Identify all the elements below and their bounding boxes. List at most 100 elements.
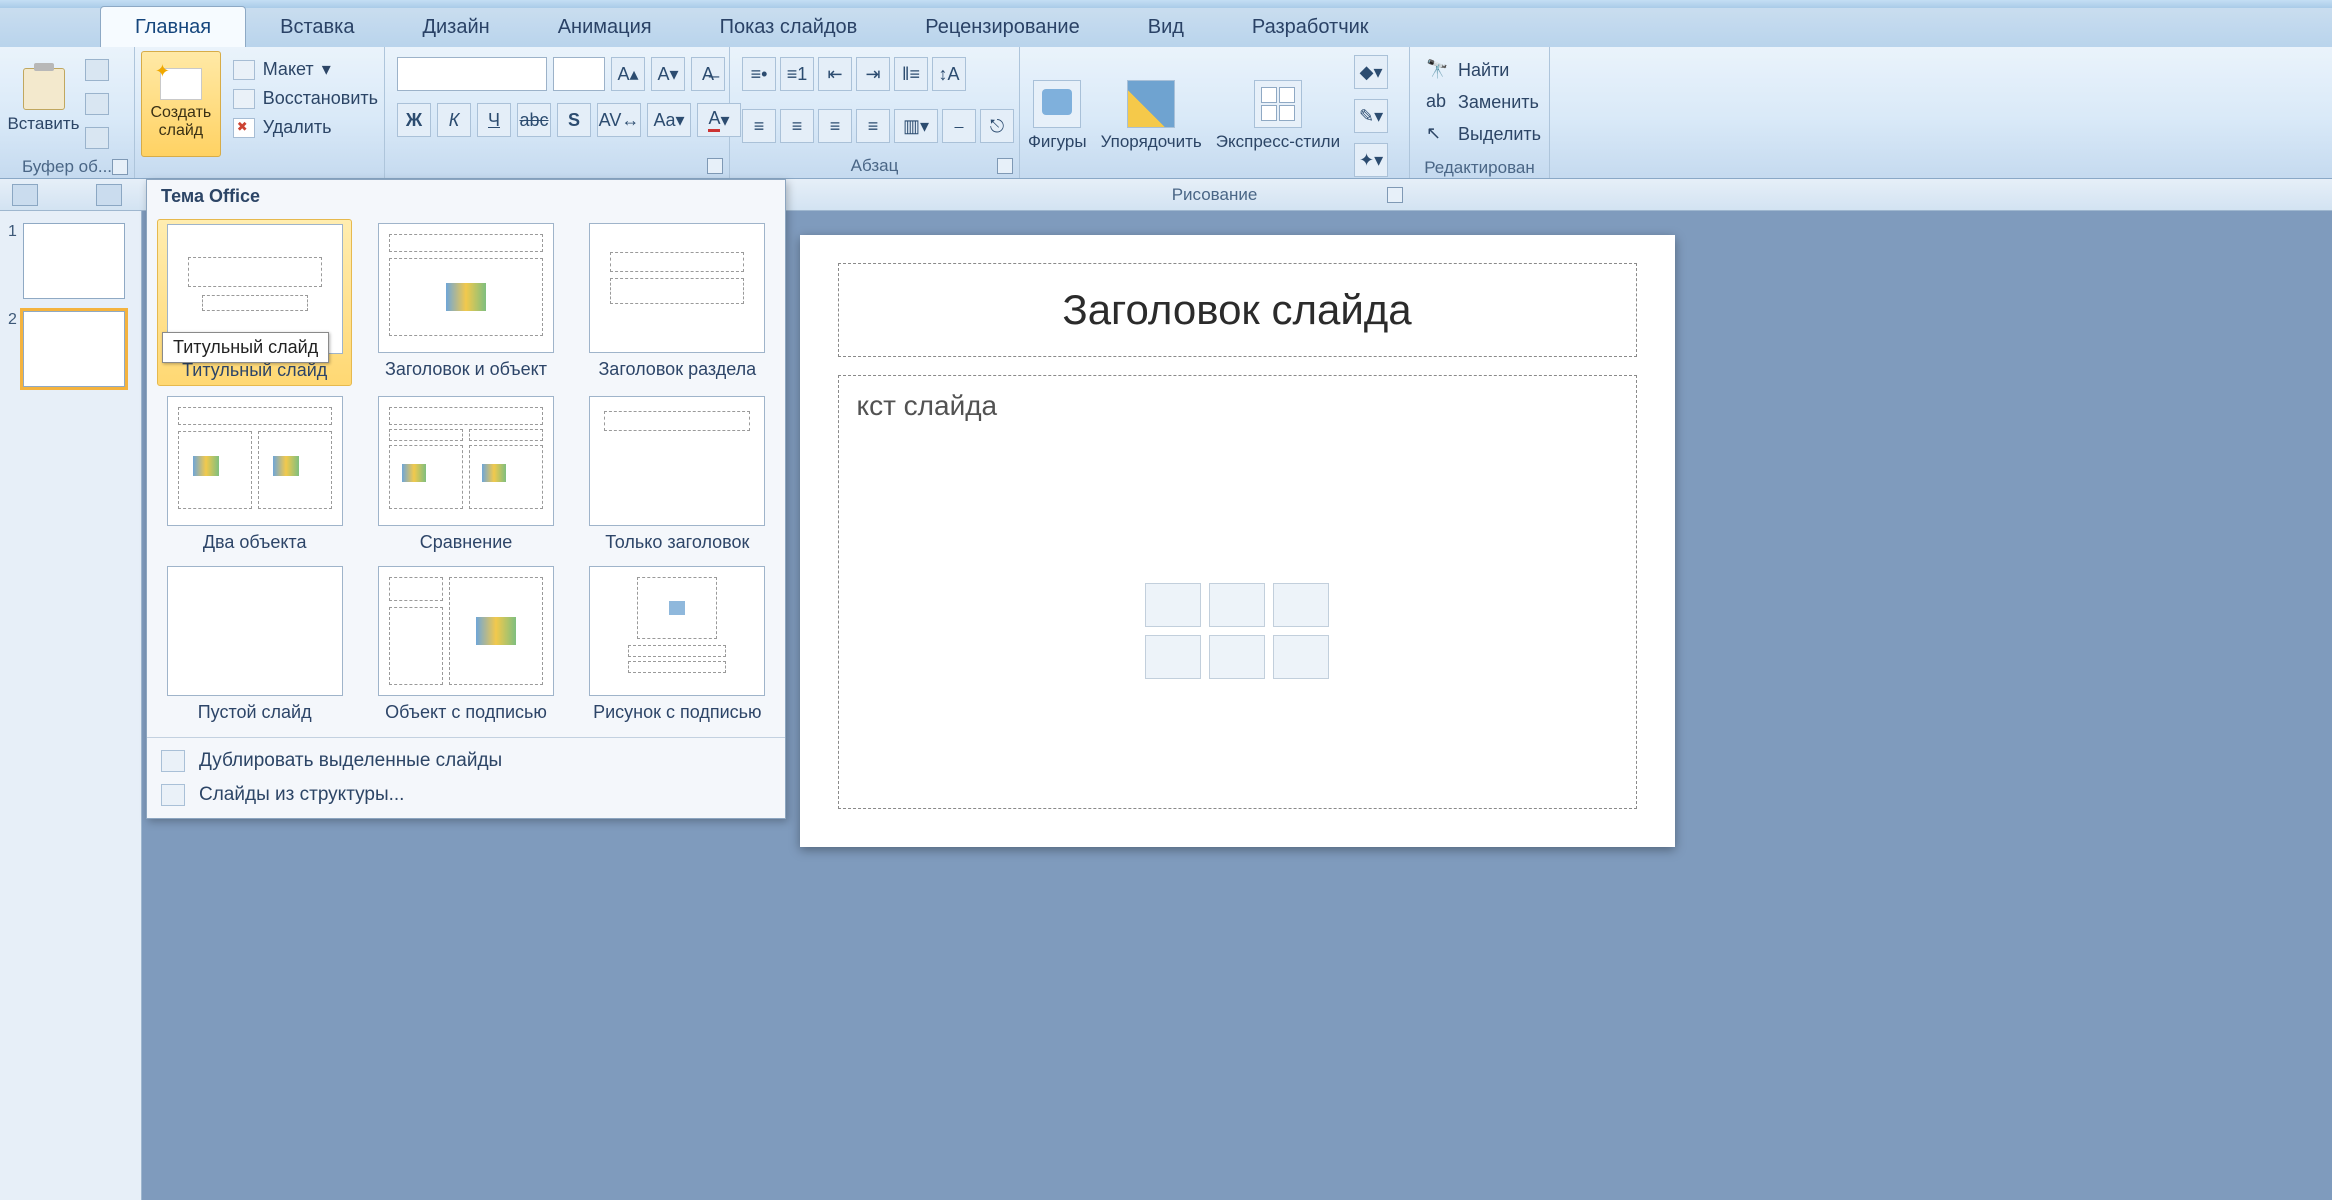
replace-button[interactable]: abЗаменить	[1426, 91, 1541, 113]
line-spacing-button[interactable]: ‖≡	[894, 57, 928, 91]
char-spacing-button[interactable]: AV↔	[597, 103, 641, 137]
bullets-button[interactable]: ≡•	[742, 57, 776, 91]
align-center-button[interactable]: ≡	[780, 109, 814, 143]
layout-label: Макет	[263, 59, 314, 80]
shrink-font-button[interactable]: A▾	[651, 57, 685, 91]
clipboard-dialog-launcher[interactable]	[112, 159, 128, 175]
slide-thumbnails-panel: 1 2	[0, 211, 142, 1200]
insert-picture-icon[interactable]	[1145, 635, 1201, 679]
italic-button[interactable]: К	[437, 103, 471, 137]
quick-styles-button[interactable]: Экспресс-стили	[1216, 80, 1340, 152]
tab-review[interactable]: Рецензирование	[891, 7, 1113, 47]
layout-two-content[interactable]: Два объекта	[157, 392, 352, 557]
align-text-button[interactable]: ⎯	[942, 109, 976, 143]
content-object-icon	[482, 464, 506, 482]
bold-button[interactable]: Ж	[397, 103, 431, 137]
insert-clipart-icon[interactable]	[1209, 635, 1265, 679]
insert-media-icon[interactable]	[1273, 635, 1329, 679]
layout-button[interactable]: Макет ▾	[233, 59, 378, 80]
select-label: Выделить	[1458, 124, 1541, 145]
smartart-button[interactable]: ⎋	[980, 109, 1014, 143]
layout-title-only[interactable]: Только заголовок	[580, 392, 775, 557]
increase-indent-button[interactable]: ⇥	[856, 57, 890, 91]
underline-button[interactable]: Ч	[477, 103, 511, 137]
group-editing: 🔭Найти abЗаменить ↖ Выделить Редактирован	[1410, 47, 1550, 178]
cursor-icon: ↖	[1426, 123, 1448, 145]
slide-canvas[interactable]: Заголовок слайда кст слайда	[800, 235, 1675, 847]
group-font: A▴ A▾ A̶ Ж К Ч abc S AV↔ Aa▾ A▾	[385, 47, 730, 178]
grow-font-button[interactable]: A▴	[611, 57, 645, 91]
shape-effects-button[interactable]: ✦▾	[1354, 143, 1388, 177]
insert-chart-icon[interactable]	[1209, 583, 1265, 627]
numbering-button[interactable]: ≡1	[780, 57, 814, 91]
justify-button[interactable]: ≡	[856, 109, 890, 143]
layout-label-3: Два объекта	[203, 532, 307, 553]
group-paragraph: ≡• ≡1 ⇤ ⇥ ‖≡ ↕A ≡ ≡ ≡ ≡ ▥▾ ⎯ ⎋ Абзац	[730, 47, 1020, 178]
text-direction-button[interactable]: ↕A	[932, 57, 966, 91]
duplicate-slides-item[interactable]: Дублировать выделенные слайды	[147, 744, 785, 778]
find-label: Найти	[1458, 60, 1509, 81]
layout-comparison[interactable]: Сравнение	[368, 392, 563, 557]
layout-section-header[interactable]: Заголовок раздела	[580, 219, 775, 386]
replace-icon: ab	[1426, 91, 1448, 113]
select-button[interactable]: ↖ Выделить	[1426, 123, 1541, 145]
slides-pane-icon[interactable]	[12, 184, 38, 206]
decrease-indent-button[interactable]: ⇤	[818, 57, 852, 91]
tab-design[interactable]: Дизайн	[388, 7, 523, 47]
find-button[interactable]: 🔭Найти	[1426, 59, 1541, 81]
change-case-button[interactable]: Aa▾	[647, 103, 691, 137]
content-placeholder-text: кст слайда	[857, 390, 1618, 422]
picture-icon	[669, 601, 685, 615]
tab-animation[interactable]: Анимация	[524, 7, 686, 47]
drawing-caption: Рисование	[1172, 185, 1258, 205]
tab-view[interactable]: Вид	[1114, 7, 1218, 47]
delete-slide-button[interactable]: Удалить	[233, 117, 378, 138]
group-slides: Создать слайд Макет ▾ Восстановить Удали…	[135, 47, 385, 178]
tab-insert[interactable]: Вставка	[246, 7, 388, 47]
reset-label: Восстановить	[263, 88, 378, 109]
paste-button[interactable]: Вставить	[6, 51, 81, 151]
arrange-label: Упорядочить	[1101, 132, 1202, 152]
layout-title-and-content[interactable]: Заголовок и объект	[368, 219, 563, 386]
shape-outline-button[interactable]: ✎▾	[1354, 99, 1388, 133]
font-size-combo[interactable]	[553, 57, 605, 91]
font-name-combo[interactable]	[397, 57, 547, 91]
clipboard-caption: Буфер об...	[22, 157, 112, 177]
columns-button[interactable]: ▥▾	[894, 109, 938, 143]
title-placeholder[interactable]: Заголовок слайда	[838, 263, 1637, 357]
content-insert-icons	[1145, 583, 1329, 679]
tab-developer[interactable]: Разработчик	[1218, 7, 1403, 47]
layout-blank[interactable]: Пустой слайд	[157, 562, 352, 727]
new-slide-button[interactable]: Создать слайд	[141, 51, 221, 157]
clipboard-icon	[23, 68, 65, 110]
content-placeholder[interactable]: кст слайда	[838, 375, 1637, 809]
shape-fill-button[interactable]: ◆▾	[1354, 55, 1388, 89]
align-right-button[interactable]: ≡	[818, 109, 852, 143]
align-left-button[interactable]: ≡	[742, 109, 776, 143]
copy-icon[interactable]	[85, 93, 109, 115]
shadow-button[interactable]: S	[557, 103, 591, 137]
outline-pane-icon[interactable]	[96, 184, 122, 206]
editing-caption: Редактирован	[1424, 158, 1535, 178]
font-dialog-launcher[interactable]	[707, 158, 723, 174]
clear-format-button[interactable]: A̶	[691, 57, 725, 91]
layout-picture-with-caption[interactable]: Рисунок с подписью	[580, 562, 775, 727]
layout-content-with-caption[interactable]: Объект с подписью	[368, 562, 563, 727]
paragraph-caption: Абзац	[851, 156, 899, 176]
slide-thumbnail-2[interactable]: 2	[8, 311, 133, 387]
tab-slideshow[interactable]: Показ слайдов	[686, 7, 892, 47]
format-painter-icon[interactable]	[85, 127, 109, 149]
tab-home[interactable]: Главная	[100, 6, 246, 47]
drawing-dialog-launcher[interactable]	[1387, 187, 1403, 203]
cut-icon[interactable]	[85, 59, 109, 81]
slide-layout-gallery: Тема Office Титульный слайд Заголовок и …	[146, 179, 786, 819]
slide-thumbnail-1[interactable]: 1	[8, 223, 133, 299]
paragraph-dialog-launcher[interactable]	[997, 158, 1013, 174]
slides-from-outline-item[interactable]: Слайды из структуры...	[147, 778, 785, 812]
reset-button[interactable]: Восстановить	[233, 88, 378, 109]
arrange-button[interactable]: Упорядочить	[1101, 80, 1202, 152]
insert-smartart-icon[interactable]	[1273, 583, 1329, 627]
insert-table-icon[interactable]	[1145, 583, 1201, 627]
strike-button[interactable]: abc	[517, 103, 551, 137]
shapes-button[interactable]: Фигуры	[1028, 80, 1087, 152]
